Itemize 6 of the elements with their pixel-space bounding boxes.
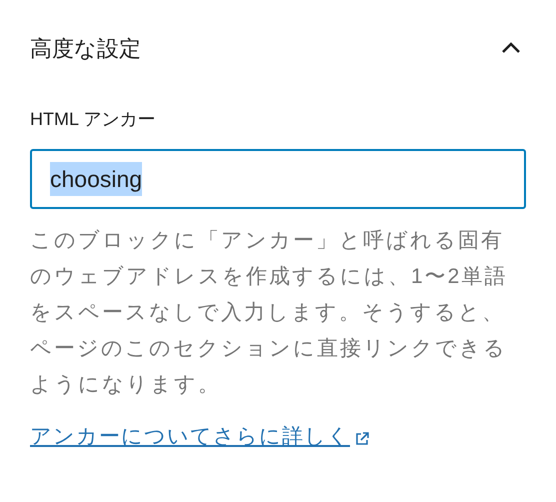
- input-field[interactable]: choosing: [30, 149, 526, 209]
- help-text: このブロックに「アンカー」と呼ばれる固有のウェブアドレスを作成するには、1〜2単語をスペースなしで入力します。そうすると、ページのこのセクションに直接リンクできるようになります。: [30, 228, 508, 398]
- learn-more-link[interactable]: アンカーについてさらに詳しく: [30, 421, 350, 452]
- field-label: HTML アンカー: [30, 108, 156, 131]
- chevron-up-icon[interactable]: [500, 41, 522, 55]
- panel-title: 高度な設定: [30, 34, 141, 62]
